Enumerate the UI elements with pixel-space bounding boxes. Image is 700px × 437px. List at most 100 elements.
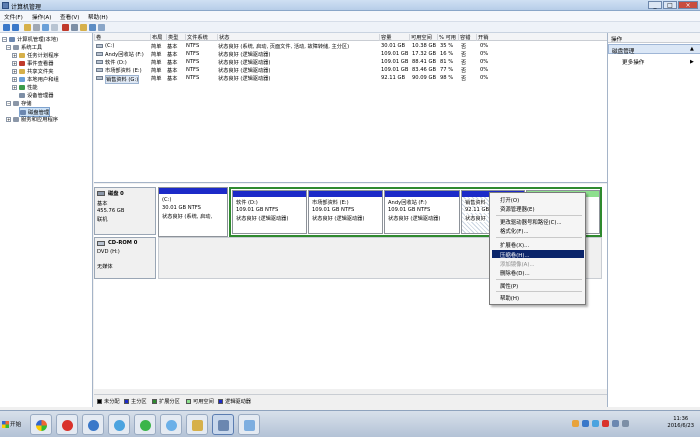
delete-icon[interactable] — [62, 24, 69, 31]
col-type[interactable]: 类型 — [166, 34, 185, 41]
menu-item-explorer[interactable]: 资源管理器(E) — [500, 205, 535, 213]
properties-icon[interactable] — [51, 24, 58, 31]
table-row[interactable]: 软件 (D:) 简单 基本 NTFS 状态良好 (逻辑驱动器) 109.01 G… — [94, 58, 607, 66]
col-layout[interactable]: 布局 — [150, 34, 166, 41]
taskbar-app-2[interactable] — [56, 414, 78, 435]
menu-item-open[interactable]: 打开(O) — [500, 196, 519, 204]
users-icon — [19, 76, 25, 82]
taskbar-app-9[interactable] — [238, 414, 260, 435]
disk0-label[interactable]: 磁盘 0 基本 455.76 GB 联机 — [94, 187, 156, 235]
taskbar-app-3[interactable] — [82, 414, 104, 435]
menu-view[interactable]: 查看(V) — [60, 13, 79, 21]
partition-f[interactable]: Andy回收站 (F:) 109.01 GB NTFS 状态良好 (逻辑驱动器) — [384, 190, 460, 234]
tree-item-performance[interactable]: + 性能 — [12, 83, 38, 91]
view-icon[interactable] — [98, 24, 105, 31]
performance-icon — [19, 84, 25, 90]
taskbar-app-4[interactable] — [108, 414, 130, 435]
legend-label: 可用空间 — [193, 399, 214, 405]
up-folder-icon[interactable] — [24, 24, 31, 31]
tree-system-tools[interactable]: − 系统工具 — [6, 43, 42, 51]
tree-services[interactable]: + 服务和应用程序 — [6, 115, 58, 123]
table-row-selected[interactable]: 销售资料 (G:) 简单 基本 NTFS 状态良好 (逻辑驱动器) 92.11 … — [94, 74, 607, 84]
cell-status: 状态良好 (逻辑驱动器) — [218, 68, 271, 74]
app-icon — [2, 2, 9, 9]
partition-bar — [233, 191, 306, 197]
close-button[interactable]: × — [678, 1, 698, 9]
help-icon[interactable] — [42, 24, 49, 31]
taskbar-app-6[interactable] — [160, 414, 182, 435]
table-row[interactable]: (C:) 简单 基本 NTFS 状态良好 (系统, 启动, 页面文件, 活动, … — [94, 42, 607, 50]
tree-storage[interactable]: − 存储 — [6, 99, 32, 107]
tree-item-event-viewer[interactable]: + 事件查看器 — [12, 59, 54, 67]
tree-item-label: 共享文件夹 — [27, 69, 54, 75]
network-icon[interactable] — [612, 420, 619, 427]
clock[interactable]: 11:36 2016/6/23 — [667, 416, 694, 430]
partition-d[interactable]: 软件 (D:) 109.01 GB NTFS 状态良好 (逻辑驱动器) — [232, 190, 307, 234]
start-button[interactable]: 开始 — [2, 417, 24, 431]
taskbar-app-5[interactable] — [134, 414, 156, 435]
actions-title: 操作 — [611, 37, 623, 43]
computer-management-window: 计算机管理 _ □ × 文件(F) 操作(A) 查看(V) 帮助(H) − 计算机… — [0, 0, 700, 410]
partition-e[interactable]: 市场部资料 (E:) 109.01 GB NTFS 状态良好 (逻辑驱动器) — [308, 190, 383, 234]
tree-root[interactable]: − 计算机管理(本地) — [2, 35, 58, 43]
taskbar-app-computer-management[interactable] — [212, 414, 234, 435]
menu-item-extend[interactable]: 扩展卷(X)... — [500, 241, 529, 249]
table-row[interactable]: 市场部资料 (E:) 简单 基本 NTFS 状态良好 (逻辑驱动器) 109.0… — [94, 66, 607, 74]
save-icon[interactable] — [89, 24, 96, 31]
open-folder-icon[interactable] — [80, 24, 87, 31]
partition-status: 状态良好 (逻辑驱动器) — [236, 216, 289, 222]
cell-percent: 77 % — [440, 67, 454, 73]
collapse-icon[interactable]: ▲ — [690, 46, 694, 52]
col-free[interactable]: 可用空间 — [409, 34, 437, 41]
volume-icon[interactable] — [622, 420, 629, 427]
menu-help[interactable]: 帮助(H) — [88, 13, 108, 21]
legend-item: 可用空间 — [186, 398, 214, 405]
copy-icon[interactable] — [71, 24, 78, 31]
cell-status: 状态良好 (逻辑驱动器) — [218, 52, 271, 58]
cell-percent: 16 % — [440, 51, 454, 57]
actions-section[interactable]: 磁盘管理 — [608, 44, 700, 55]
tray-icon[interactable] — [582, 420, 589, 427]
menu-item-properties[interactable]: 属性(P) — [500, 282, 518, 290]
col-overhead[interactable]: 开销 — [476, 34, 498, 41]
col-filesystem[interactable]: 文件系统 — [185, 34, 217, 41]
menu-item-change-letter[interactable]: 更改驱动器号和路径(C)... — [500, 218, 562, 226]
tree-item-task-scheduler[interactable]: + 任务计划程序 — [12, 51, 59, 59]
toolbar — [0, 22, 700, 33]
col-capacity[interactable]: 容量 — [379, 34, 409, 41]
menu-item-help[interactable]: 帮助(H) — [500, 294, 519, 302]
minimize-button[interactable]: _ — [648, 1, 662, 9]
col-percent[interactable]: % 可用 — [437, 34, 458, 41]
device-icon — [19, 92, 25, 98]
drive-icon — [96, 52, 103, 56]
col-volume[interactable]: 卷 — [94, 34, 150, 41]
taskbar-app-1[interactable] — [30, 414, 52, 435]
tray-icon[interactable] — [572, 420, 579, 427]
col-status[interactable]: 状态 — [217, 34, 379, 41]
more-actions-link[interactable]: 更多操作 — [622, 58, 644, 66]
partition-c[interactable]: (C:) 30.01 GB NTFS 状态良好 (系统, 启动, — [158, 187, 228, 237]
maximize-button[interactable]: □ — [663, 1, 677, 9]
tree-item-device-manager[interactable]: 设备管理器 — [19, 91, 54, 99]
menu-action[interactable]: 操作(A) — [32, 13, 51, 21]
table-row[interactable]: Andy回收站 (F:) 简单 基本 NTFS 状态良好 (逻辑驱动器) 109… — [94, 50, 607, 58]
taskbar-app-7[interactable] — [186, 414, 208, 435]
cell-capacity: 109.01 GB — [381, 67, 409, 73]
tree-item-local-users[interactable]: + 本地用户和组 — [12, 75, 59, 83]
menu-file[interactable]: 文件(F) — [4, 13, 23, 21]
partition-bar — [309, 191, 382, 197]
tree-item-shared-folders[interactable]: + 共享文件夹 — [12, 67, 54, 75]
forward-icon[interactable] — [12, 24, 19, 31]
cdrom-label[interactable]: CD-ROM 0 DVD (H:) 无媒体 — [94, 237, 156, 279]
menu-item-format[interactable]: 格式化(F)... — [500, 227, 529, 235]
show-tree-icon[interactable] — [33, 24, 40, 31]
partition-size: 109.01 GB NTFS — [312, 207, 355, 213]
tree-system-tools-label: 系统工具 — [21, 45, 43, 51]
tray-icon[interactable] — [592, 420, 599, 427]
col-fault[interactable]: 容错 — [458, 34, 476, 41]
navigation-tree: − 计算机管理(本地) − 系统工具 + 任务计划程序 + 事件查看器 + 共享文件夹 +… — [0, 33, 93, 407]
back-icon[interactable] — [3, 24, 10, 31]
menu-item-shrink[interactable]: 压缩卷(H)... — [500, 251, 530, 259]
tray-icon[interactable] — [602, 420, 609, 427]
menu-item-delete[interactable]: 删除卷(D)... — [500, 269, 530, 277]
